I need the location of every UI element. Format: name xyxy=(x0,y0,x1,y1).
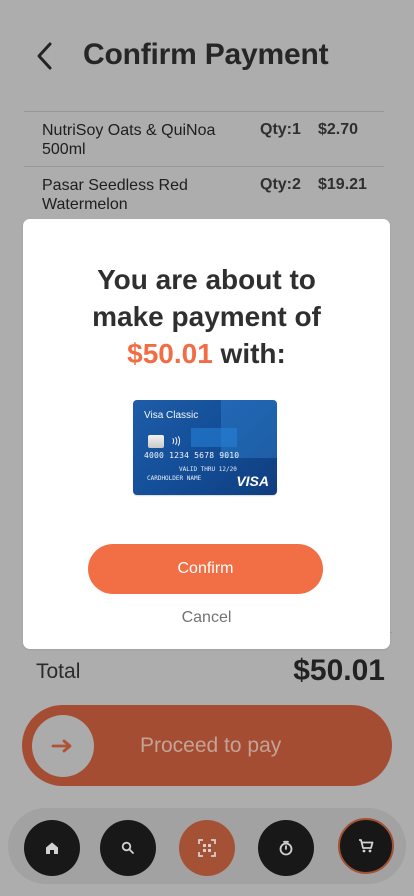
card-highlight xyxy=(191,428,237,447)
card-network-logo: VISA xyxy=(236,473,269,489)
visa-card-image: Visa Classic 4000 1234 5678 9010 VALID T… xyxy=(133,400,277,495)
modal-title-line-3: $50.01 with: xyxy=(23,335,390,372)
confirm-payment-screen: Confirm Payment NutriSoy Oats & QuiNoa 5… xyxy=(0,0,414,896)
card-expiry-prefix: VALID THRU xyxy=(179,466,216,473)
contactless-icon xyxy=(172,436,181,446)
confirm-button[interactable]: Confirm xyxy=(88,544,323,594)
modal-title-suffix: with: xyxy=(212,338,286,369)
card-expiry: VALID THRU 12/20 xyxy=(179,466,237,473)
modal-title-line-1: You are about to xyxy=(97,264,316,295)
payment-confirmation-modal: You are about to make payment of $50.01 … xyxy=(23,219,390,649)
card-expiry-value: 12/20 xyxy=(218,466,237,473)
cancel-button[interactable]: Cancel xyxy=(23,609,390,627)
card-holder-name: CARDHOLDER NAME xyxy=(147,475,202,482)
modal-title: You are about to make payment of $50.01 … xyxy=(23,261,390,372)
card-number: 4000 1234 5678 9010 xyxy=(144,451,240,460)
modal-title-line-2: make payment of xyxy=(92,301,321,332)
payment-amount: $50.01 xyxy=(127,338,213,369)
card-chip-icon xyxy=(148,435,164,448)
card-brand: Visa Classic xyxy=(144,410,199,421)
